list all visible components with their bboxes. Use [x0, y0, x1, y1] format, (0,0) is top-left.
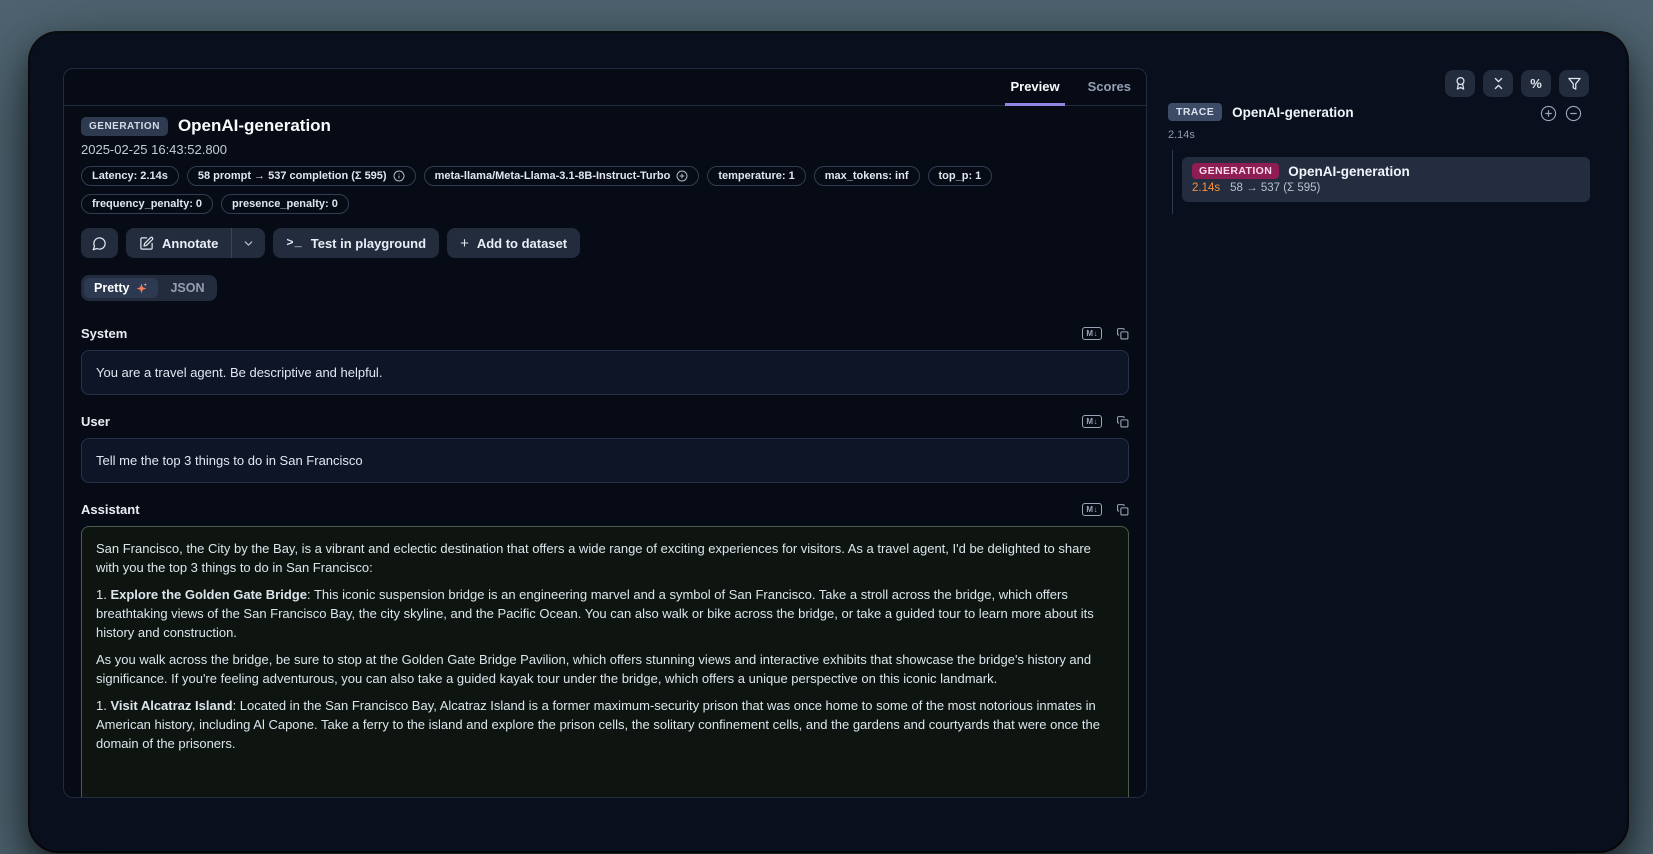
filter-button[interactable]: [1559, 70, 1589, 97]
info-icon[interactable]: [393, 170, 405, 182]
comment-icon: [92, 236, 107, 251]
copy-icon[interactable]: [1116, 503, 1129, 516]
metrics-percent-button[interactable]: %: [1521, 70, 1551, 97]
metadata-chip-3: temperature: 1: [707, 166, 805, 186]
test-in-playground-button[interactable]: >_ Test in playground: [273, 228, 439, 258]
circle-plus-icon: [1540, 105, 1557, 122]
chip-label: 58 prompt → 537 completion (Σ 595): [198, 170, 387, 182]
message-role-label: Assistant: [81, 502, 140, 517]
sparkles-icon: [135, 282, 148, 295]
add-to-dataset-button[interactable]: + Add to dataset: [447, 228, 580, 258]
tab-preview[interactable]: Preview: [1005, 69, 1064, 106]
chip-label: frequency_penalty: 0: [92, 198, 202, 210]
markdown-toggle-icon[interactable]: M↓: [1082, 415, 1102, 428]
action-toolbar: Annotate >_ Test in playground + Add to …: [81, 228, 1129, 258]
message-section-user: User M↓ Tell me the top 3 things to do in …: [81, 414, 1129, 483]
chip-label: presence_penalty: 0: [232, 198, 338, 210]
filter-icon: [1567, 76, 1582, 91]
metadata-chip-7: presence_penalty: 0: [221, 194, 349, 214]
message-role-label: System: [81, 326, 127, 341]
generation-title: OpenAI-generation: [1288, 164, 1410, 179]
metadata-chip-1[interactable]: 58 prompt → 537 completion (Σ 595): [187, 166, 416, 186]
copy-icon[interactable]: [1116, 415, 1129, 428]
metadata-chip-5: top_p: 1: [928, 166, 993, 186]
metadata-chip-6: frequency_penalty: 0: [81, 194, 213, 214]
trace-badge: TRACE: [1168, 103, 1222, 121]
message-section-system: System M↓ You are a travel agent. Be descr…: [81, 326, 1129, 395]
copy-icon[interactable]: [1116, 327, 1129, 340]
collapse-all-button[interactable]: [1565, 105, 1582, 122]
message-content-system: You are a travel agent. Be descriptive a…: [81, 350, 1129, 395]
pretty-toggle[interactable]: Pretty: [84, 278, 158, 298]
message-content-assistant: San Francisco, the City by the Bay, is a…: [81, 526, 1129, 797]
playground-label: Test in playground: [311, 236, 426, 251]
generation-token-usage: 58 → 537 (Σ 595): [1230, 182, 1320, 194]
circle-minus-icon: [1565, 105, 1582, 122]
edit-icon: [139, 236, 154, 251]
trace-title: OpenAI-generation: [1232, 105, 1354, 120]
observation-type-badge: GENERATION: [81, 117, 168, 136]
markdown-toggle-icon[interactable]: M↓: [1082, 327, 1102, 340]
observation-header: GENERATION OpenAI-generation: [81, 116, 1129, 136]
panel-content: GENERATION OpenAI-generation 2025-02-25 …: [64, 106, 1146, 797]
metadata-chips: Latency: 2.14s 58 prompt → 537 completion…: [81, 166, 1031, 214]
plus-icon: +: [460, 236, 469, 251]
expand-all-button[interactable]: [1540, 105, 1557, 122]
tab-scores[interactable]: Scores: [1083, 69, 1136, 106]
pretty-label: Pretty: [94, 281, 129, 295]
chip-label: top_p: 1: [939, 170, 982, 182]
metadata-chip-2[interactable]: meta-llama/Meta-Llama-3.1-8B-Instruct-Tu…: [424, 166, 700, 186]
message-content-user: Tell me the top 3 things to do in San Fr…: [81, 438, 1129, 483]
annotate-split-button: Annotate: [126, 228, 265, 258]
chip-label: max_tokens: inf: [825, 170, 909, 182]
tree-zoom-controls: [1540, 105, 1582, 122]
chip-label: temperature: 1: [718, 170, 794, 182]
tree-item-generation[interactable]: GENERATION OpenAI-generation 2.14s 58 → …: [1182, 157, 1590, 202]
annotate-dropdown-button[interactable]: [231, 228, 265, 258]
message-section-assistant: Assistant M↓ San Francisco, the City by th…: [81, 502, 1129, 797]
json-toggle[interactable]: JSON: [160, 278, 214, 298]
chip-label: meta-llama/Meta-Llama-3.1-8B-Instruct-Tu…: [435, 170, 671, 182]
message-list: System M↓ You are a travel agent. Be descr…: [81, 326, 1129, 797]
message-role-label: User: [81, 414, 110, 429]
tree-connector-line: [1172, 150, 1173, 214]
chip-label: Latency: 2.14s: [92, 170, 168, 182]
circle-plus-icon[interactable]: [676, 170, 688, 182]
sidebar-toolbar: %: [1445, 70, 1589, 97]
collapse-tree-button[interactable]: [1483, 70, 1513, 97]
dataset-label: Add to dataset: [477, 236, 567, 251]
page-title: OpenAI-generation: [178, 116, 331, 136]
annotate-label: Annotate: [162, 236, 218, 251]
award-icon: [1453, 76, 1468, 91]
observation-timestamp: 2025-02-25 16:43:52.800: [81, 142, 1129, 157]
trace-tree-root[interactable]: TRACE OpenAI-generation: [1168, 103, 1354, 121]
json-label: JSON: [170, 281, 204, 295]
trace-duration: 2.14s: [1168, 129, 1195, 141]
terminal-icon: >_: [286, 236, 302, 250]
comments-button[interactable]: [81, 228, 118, 258]
view-format-toggle: Pretty JSON: [81, 275, 217, 301]
tab-bar: Preview Scores: [64, 69, 1146, 106]
chevron-down-icon: [242, 237, 255, 250]
generation-badge: GENERATION: [1192, 163, 1279, 179]
observation-preview-panel: Preview Scores GENERATION OpenAI-generati…: [63, 68, 1147, 798]
metadata-chip-0: Latency: 2.14s: [81, 166, 179, 186]
generation-duration: 2.14s: [1192, 182, 1220, 194]
percent-icon: %: [1530, 76, 1542, 91]
metadata-chip-4: max_tokens: inf: [814, 166, 920, 186]
annotate-button[interactable]: Annotate: [126, 228, 231, 258]
fold-vertical-icon: [1491, 76, 1506, 91]
markdown-toggle-icon[interactable]: M↓: [1082, 503, 1102, 516]
scores-award-button[interactable]: [1445, 70, 1475, 97]
app-window: Preview Scores GENERATION OpenAI-generati…: [30, 33, 1627, 851]
